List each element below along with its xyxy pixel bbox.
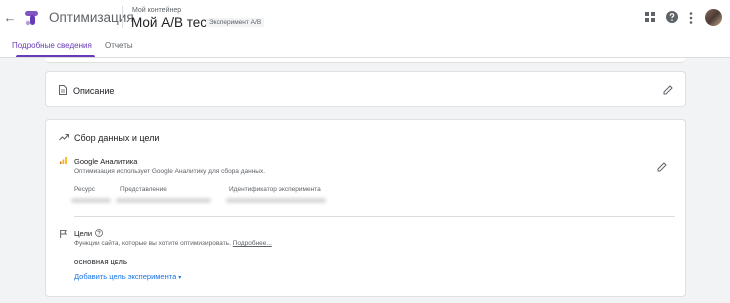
analytics-description: Оптимизация использует Google Аналитику … — [74, 168, 266, 175]
primary-goal-label: ОСНОВНАЯ ЦЕЛЬ — [74, 260, 128, 266]
resource-label: Ресурс — [74, 186, 95, 193]
redacted-view-value — [116, 198, 211, 203]
experiment-id-label: Идентификатор эксперимента — [229, 186, 321, 193]
dropdown-caret-icon: ▾ — [178, 275, 182, 281]
experiment-title: Мой A/B тест — [131, 15, 214, 30]
edit-pencil-icon[interactable] — [657, 162, 667, 172]
description-title: Описание — [73, 86, 115, 96]
add-goal-label: Добавить цель эксперимента — [74, 272, 177, 281]
active-tab-indicator — [16, 55, 95, 57]
tab-reports[interactable]: Отчеты — [105, 41, 133, 50]
tab-details[interactable]: Подробные сведения — [12, 41, 92, 50]
add-goal-button[interactable]: Добавить цель эксперимента ▾ — [74, 272, 181, 281]
goals-description: Функции сайта, которые вы хотите оптимиз… — [74, 240, 272, 247]
help-outline-icon[interactable] — [95, 229, 103, 237]
tab-bar: Подробные сведения Отчеты — [0, 36, 730, 58]
document-icon — [59, 85, 67, 95]
flag-icon — [60, 230, 67, 238]
data-collection-card: Сбор данных и цели Google Аналитика Опти… — [45, 119, 686, 297]
data-collection-title: Сбор данных и цели — [74, 133, 160, 143]
app-header: ← Оптимизация Мой контейнер Мой A/B тест… — [0, 0, 730, 36]
section-divider — [74, 216, 675, 217]
learn-more-link[interactable]: Подробнее... — [233, 240, 272, 247]
edit-pencil-icon[interactable] — [663, 85, 673, 95]
help-icon[interactable] — [666, 11, 678, 23]
description-card: Описание — [45, 71, 686, 107]
more-vert-icon[interactable] — [689, 12, 693, 24]
trending-up-icon — [59, 133, 69, 141]
header-divider — [122, 6, 123, 28]
redacted-resource-value — [71, 198, 111, 203]
container-label: Мой контейнер — [132, 7, 182, 14]
google-analytics-icon — [60, 157, 67, 164]
redacted-experiment-id-value — [226, 198, 326, 203]
apps-grid-icon[interactable] — [645, 12, 655, 22]
app-title: Оптимизация — [49, 10, 134, 25]
user-avatar[interactable] — [705, 9, 722, 26]
back-arrow-icon[interactable]: ← — [3, 10, 17, 26]
analytics-title: Google Аналитика — [74, 157, 138, 166]
previous-card-edge — [45, 58, 685, 63]
goals-title: Цели — [74, 229, 93, 238]
experiment-type-badge: Эксперимент A/B — [206, 18, 265, 27]
goals-description-text: Функции сайта, которые вы хотите оптимиз… — [74, 240, 231, 247]
optimize-logo-icon — [25, 11, 38, 26]
view-label: Представление — [120, 186, 167, 193]
